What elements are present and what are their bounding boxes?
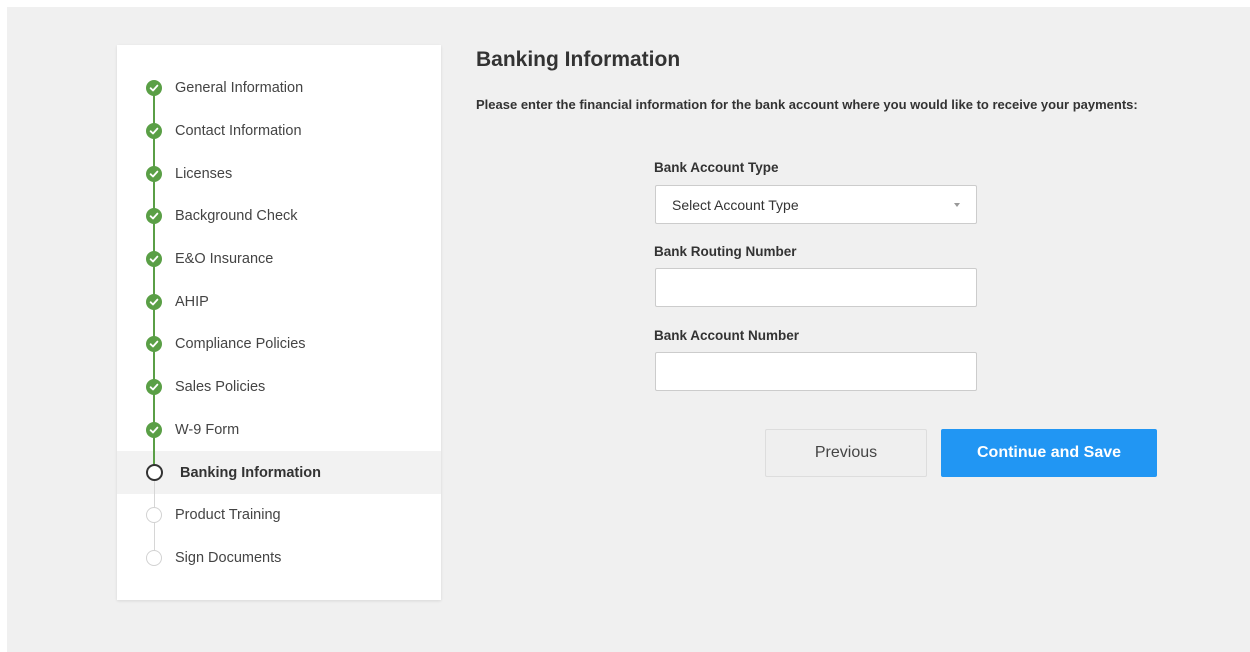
- bank-account-number-label: Bank Account Number: [654, 328, 800, 343]
- bank-account-number-input[interactable]: [655, 352, 977, 391]
- step-item-product-training[interactable]: Product Training: [117, 472, 441, 537]
- step-label: AHIP: [175, 293, 209, 310]
- step-label: Licenses: [175, 165, 233, 182]
- step-item-compliance-policies[interactable]: Compliance Policies: [117, 301, 441, 366]
- step-label: Compliance Policies: [175, 336, 306, 353]
- check-circle-icon: [146, 251, 162, 268]
- step-label: Product Training: [175, 507, 281, 524]
- step-label: Sign Documents: [175, 549, 282, 566]
- step-label: General Information: [175, 80, 304, 97]
- select-value: Select Account Type: [672, 197, 799, 213]
- empty-circle-icon: [146, 549, 162, 566]
- check-circle-icon: [146, 379, 162, 396]
- step-item-banking-information[interactable]: Banking Information: [117, 429, 441, 494]
- previous-button[interactable]: Previous: [765, 429, 927, 477]
- empty-circle-icon: [146, 507, 162, 524]
- check-circle-icon: [146, 421, 162, 438]
- stepper-list: General Information Contact Information Li…: [117, 67, 441, 579]
- step-item-e-o-insurance[interactable]: E&O Insurance: [117, 216, 441, 281]
- step-item-w-9-form[interactable]: W-9 Form: [117, 387, 441, 452]
- page-title: Banking Information: [476, 48, 681, 71]
- check-circle-icon: [146, 80, 162, 97]
- onboarding-stepper: General Information Contact Information Li…: [117, 45, 441, 600]
- check-circle-icon: [146, 165, 162, 182]
- check-circle-icon: [146, 123, 162, 140]
- bank-account-type-label: Bank Account Type: [654, 160, 779, 175]
- dropdown-arrow-icon: [954, 203, 960, 207]
- step-label: Contact Information: [175, 123, 302, 140]
- step-label: Background Check: [175, 208, 298, 225]
- step-item-contact-information[interactable]: Contact Information: [117, 88, 441, 153]
- step-item-general-information[interactable]: General Information: [117, 67, 441, 110]
- step-item-background-check[interactable]: Background Check: [117, 173, 441, 238]
- check-circle-icon: [146, 293, 162, 310]
- step-label: Banking Information: [180, 464, 321, 481]
- bank-routing-number-input[interactable]: [655, 268, 977, 307]
- step-label: W-9 Form: [175, 421, 240, 438]
- step-item-sign-documents[interactable]: Sign Documents: [117, 515, 441, 580]
- step-item-ahip[interactable]: AHIP: [117, 259, 441, 323]
- bank-routing-number-label: Bank Routing Number: [654, 244, 797, 259]
- step-item-licenses[interactable]: Licenses: [117, 131, 441, 195]
- current-step-circle-icon: [146, 464, 163, 482]
- step-item-sales-policies[interactable]: Sales Policies: [117, 344, 441, 409]
- check-circle-icon: [146, 336, 162, 353]
- continue-and-save-button[interactable]: Continue and Save: [941, 429, 1157, 477]
- check-circle-icon: [146, 208, 162, 225]
- instructions-text: Please enter the financial information f…: [476, 97, 1138, 112]
- bank-account-type-select[interactable]: Select Account Type: [655, 185, 977, 224]
- step-label: E&O Insurance: [175, 251, 274, 268]
- step-label: Sales Policies: [175, 379, 266, 396]
